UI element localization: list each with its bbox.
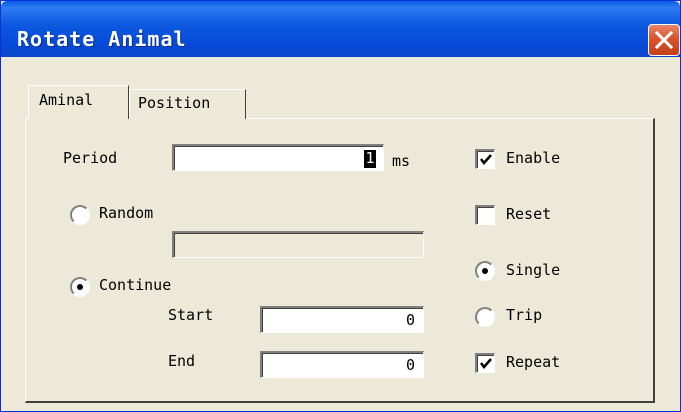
end-value: 0 bbox=[405, 356, 415, 374]
random-label[interactable]: Random bbox=[99, 204, 153, 222]
end-label: End bbox=[168, 352, 196, 370]
close-icon bbox=[655, 31, 673, 49]
period-value: 1 bbox=[365, 149, 375, 167]
repeat-checkbox[interactable] bbox=[475, 353, 495, 373]
close-button[interactable] bbox=[648, 24, 680, 56]
single-label[interactable]: Single bbox=[506, 261, 560, 279]
dialog-window: Rotate Animal Aminal Position Period 1 m… bbox=[0, 0, 681, 412]
reset-checkbox[interactable] bbox=[475, 205, 495, 225]
enable-label[interactable]: Enable bbox=[506, 149, 560, 167]
reset-label[interactable]: Reset bbox=[506, 205, 551, 223]
window-title: Rotate Animal bbox=[17, 27, 187, 51]
title-bar[interactable]: Rotate Animal bbox=[1, 1, 680, 57]
trip-radio[interactable] bbox=[475, 307, 495, 327]
radio-dot bbox=[77, 284, 83, 290]
period-label: Period bbox=[63, 149, 118, 167]
start-input[interactable]: 0 bbox=[260, 306, 424, 333]
start-value: 0 bbox=[405, 311, 415, 329]
continue-label[interactable]: Continue bbox=[99, 276, 171, 294]
tab-position-label: Position bbox=[138, 94, 211, 112]
tab-aminal-label: Aminal bbox=[39, 91, 94, 109]
period-unit: ms bbox=[392, 152, 411, 170]
tab-aminal[interactable]: Aminal bbox=[28, 85, 129, 119]
trip-label[interactable]: Trip bbox=[506, 306, 542, 324]
continue-radio[interactable] bbox=[70, 277, 90, 297]
random-radio[interactable] bbox=[70, 205, 90, 225]
single-radio[interactable] bbox=[475, 261, 495, 281]
random-input[interactable] bbox=[172, 231, 424, 258]
start-label: Start bbox=[168, 306, 214, 324]
checkmark-icon bbox=[480, 358, 492, 369]
period-input[interactable]: 1 bbox=[172, 144, 384, 171]
end-input[interactable]: 0 bbox=[260, 351, 424, 378]
repeat-label[interactable]: Repeat bbox=[506, 353, 560, 371]
checkmark-icon bbox=[480, 154, 492, 165]
tab-position[interactable]: Position bbox=[129, 89, 246, 119]
enable-checkbox[interactable] bbox=[475, 149, 495, 169]
radio-dot bbox=[482, 268, 488, 274]
